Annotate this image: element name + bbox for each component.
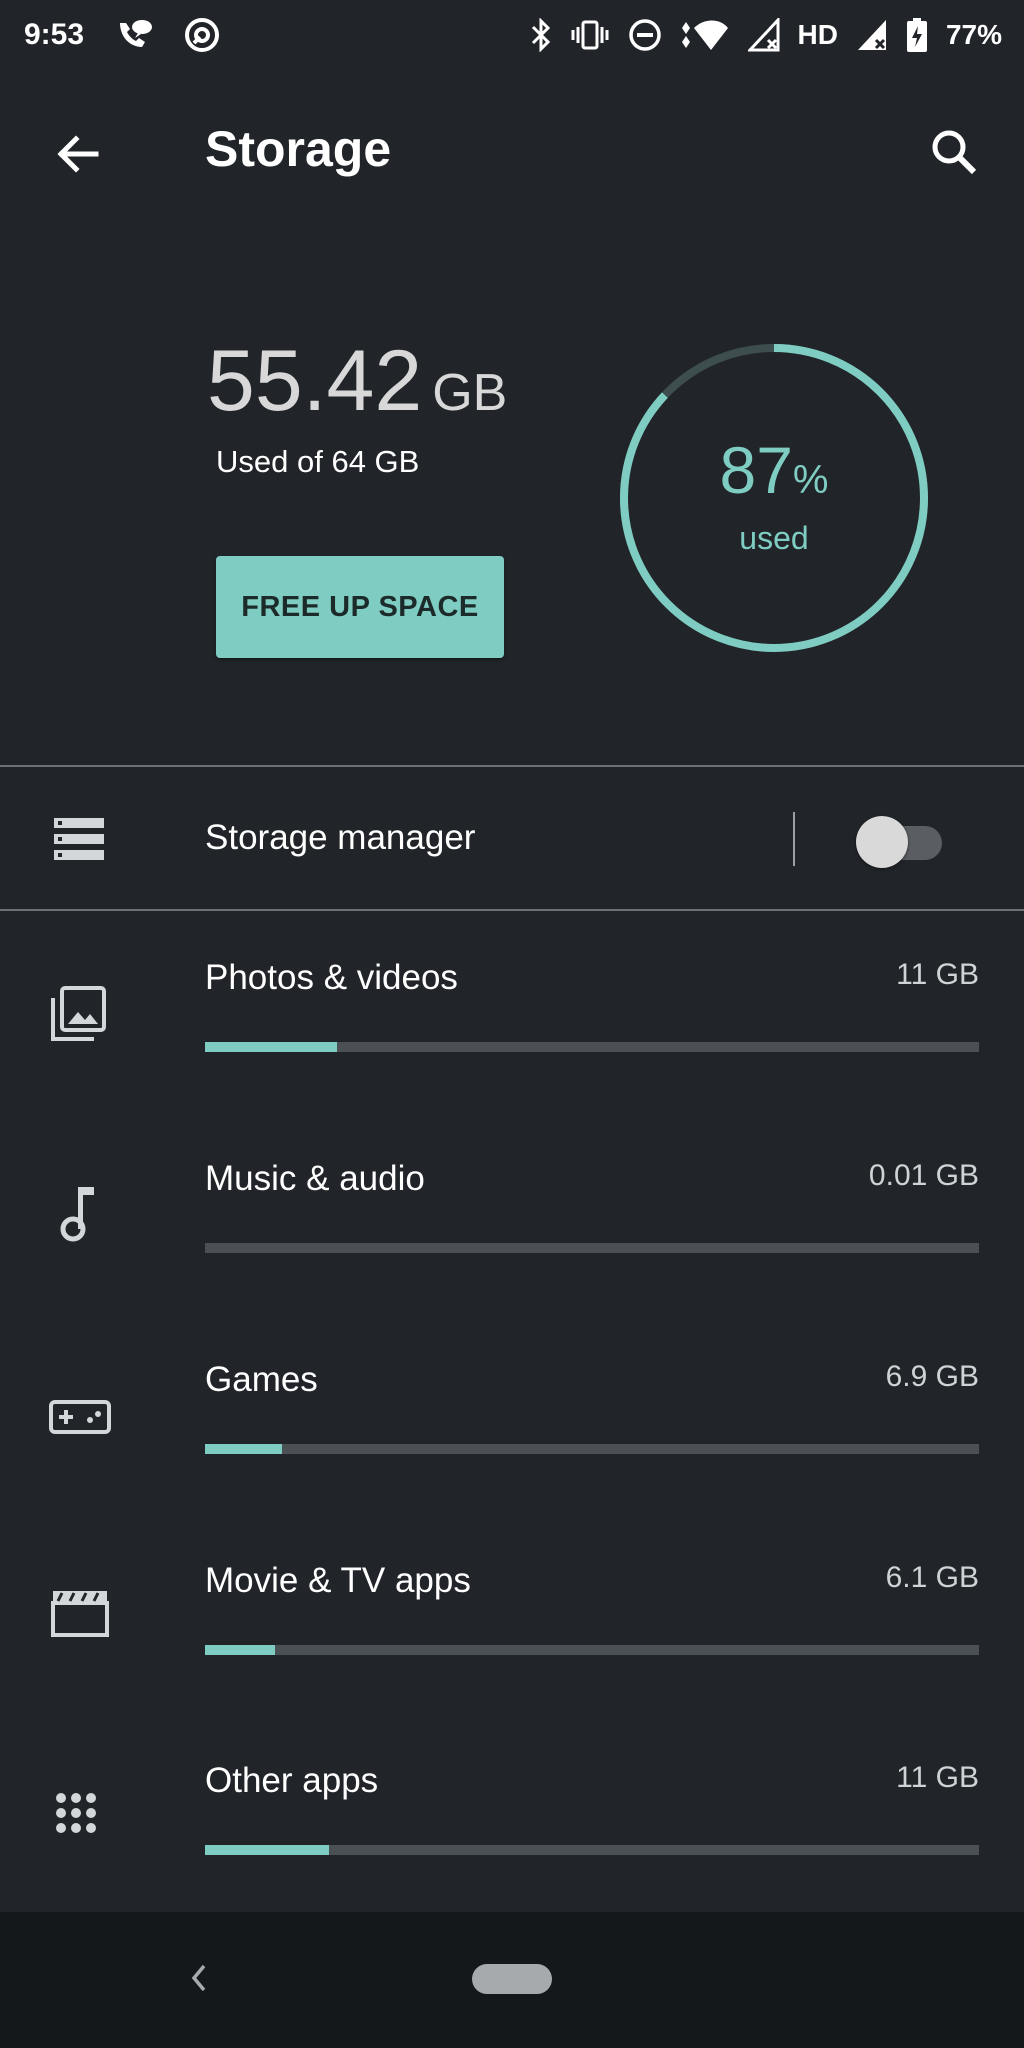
- gamepad-icon: [48, 1398, 112, 1443]
- wifi-icon: [680, 18, 730, 52]
- battery-percent: 77%: [945, 19, 1002, 50]
- wifi-calling-icon: [114, 17, 154, 53]
- category-bar: [205, 1444, 979, 1454]
- music-note-icon: [58, 1183, 98, 1248]
- category-label: Movie & TV apps: [205, 1561, 471, 1600]
- network-type: HD: [797, 19, 838, 50]
- category-bar-fill: [205, 1042, 337, 1052]
- divider-bottom: [0, 909, 1024, 911]
- nav-home-pill[interactable]: [472, 1964, 552, 1994]
- usage-percent-symbol: %: [792, 458, 829, 502]
- category-bar-fill: [205, 1444, 283, 1454]
- search-icon: [932, 130, 977, 175]
- battery-charging-icon: [906, 17, 928, 53]
- storage-manager-row[interactable]: Storage manager: [0, 768, 1024, 910]
- page-title: Storage: [205, 121, 392, 177]
- category-bar-fill: [205, 1645, 275, 1655]
- storage-manager-label: Storage manager: [205, 818, 476, 857]
- category-size: 11 GB: [896, 1761, 979, 1794]
- used-storage-value: 55.42 GB: [207, 332, 507, 431]
- used-amount: 55.42: [207, 333, 423, 429]
- nav-back-icon[interactable]: [180, 1958, 220, 1998]
- usage-percent: 87%: [618, 432, 930, 508]
- search-button[interactable]: [922, 120, 986, 184]
- status-time: 9:53: [24, 18, 85, 51]
- category-movie-tv[interactable]: Movie & TV apps 6.1 GB: [0, 1561, 1024, 1761]
- toggle-thumb: [856, 816, 908, 868]
- storage-icon: [52, 816, 108, 869]
- usage-label: used: [739, 520, 809, 556]
- used-subtitle: Used of 64 GB: [216, 444, 420, 479]
- navigation-bar: [0, 1912, 1024, 2048]
- category-photos-videos[interactable]: Photos & videos 11 GB: [0, 958, 1024, 1158]
- category-bar: [205, 1243, 979, 1253]
- vibrate-icon: [570, 19, 610, 51]
- divider-top: [0, 765, 1024, 767]
- category-label: Music & audio: [205, 1159, 425, 1198]
- used-unit: GB: [432, 364, 508, 422]
- category-bar: [205, 1845, 979, 1855]
- category-label: Photos & videos: [205, 958, 458, 997]
- apps-grid-icon: [54, 1791, 106, 1848]
- category-bar: [205, 1645, 979, 1655]
- do-not-disturb-icon: [628, 18, 662, 52]
- category-music-audio[interactable]: Music & audio 0.01 GB: [0, 1159, 1024, 1359]
- bluetooth-icon: [530, 18, 552, 52]
- category-bar-fill: [205, 1845, 329, 1855]
- back-button[interactable]: [46, 122, 110, 186]
- category-games[interactable]: Games 6.9 GB: [0, 1360, 1024, 1560]
- app-bar: Storage: [0, 100, 1024, 200]
- arrow-back-icon: [57, 135, 99, 173]
- category-label: Other apps: [205, 1761, 379, 1800]
- toggle-separator: [793, 812, 795, 866]
- status-bar: 9:53 HD 77%: [0, 0, 1024, 70]
- category-bar: [205, 1042, 979, 1052]
- storage-manager-toggle[interactable]: [856, 816, 948, 868]
- usage-percent-number: 87: [719, 433, 793, 507]
- category-size: 11 GB: [896, 958, 979, 991]
- photo-library-icon: [48, 984, 108, 1049]
- category-label: Games: [205, 1360, 318, 1399]
- free-up-space-button[interactable]: FREE UP SPACE: [216, 556, 504, 658]
- category-size: 6.9 GB: [885, 1360, 979, 1393]
- movie-icon: [50, 1587, 110, 1644]
- signal-2-icon: [856, 18, 888, 52]
- category-size: 0.01 GB: [868, 1159, 979, 1192]
- assistant-icon: [184, 17, 220, 53]
- category-size: 6.1 GB: [885, 1561, 979, 1594]
- signal-icon: [747, 18, 780, 52]
